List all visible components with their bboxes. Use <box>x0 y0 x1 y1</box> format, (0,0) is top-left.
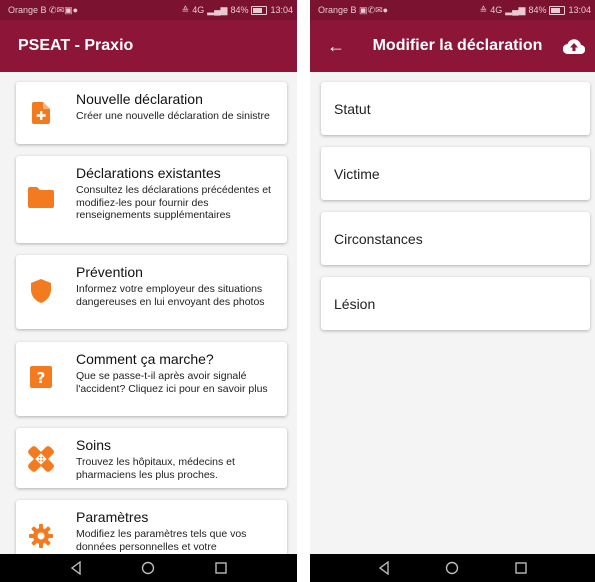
menu-list[interactable]: Nouvelle déclaration Créer une nouvelle … <box>0 72 297 554</box>
menu-card-soins[interactable]: Soins Trouvez les hôpitaux, médecins et … <box>16 428 287 488</box>
triangle-back-icon <box>378 561 389 575</box>
status-right: ≙ 4G ▂▄▆ 84% 13:04 <box>480 5 591 16</box>
notification-icons: ✆✉▣● <box>49 4 79 15</box>
battery-percent: 84% <box>528 5 547 15</box>
status-bar: Orange B ✆✉▣● ≙ 4G ▂▄▆ 84% 13:04 <box>0 0 297 20</box>
declaration-sections: Statut Victime Circonstances Lésion <box>310 72 595 554</box>
battery-percent: 84% <box>230 5 249 15</box>
section-label: Victime <box>334 165 380 182</box>
menu-card-comment-ca-marche[interactable]: ? Comment ça marche? Que se passe-t-il a… <box>16 342 287 416</box>
menu-card-parametres[interactable]: Paramètres Modifiez les paramètres tels … <box>16 500 287 554</box>
section-label: Lésion <box>334 295 376 312</box>
card-description: Trouvez les hôpitaux, médecins et pharma… <box>76 456 235 481</box>
app-bar: ← Modifier la déclaration <box>310 20 595 72</box>
card-title: Prévention <box>76 264 143 280</box>
carrier-name: Orange B <box>8 4 47 15</box>
card-description: Créer une nouvelle déclaration de sinist… <box>76 110 270 122</box>
card-description: Que se passe-t-il après avoir signalé l'… <box>76 370 268 395</box>
card-description: Informez votre employeur des situations … <box>76 283 265 308</box>
folder-icon <box>28 187 54 208</box>
status-right: ≙ 4G ▂▄▆ 84% 13:04 <box>182 5 293 16</box>
vibrate-icon: ≙ <box>181 4 190 15</box>
cloud-upload-icon[interactable] <box>559 38 589 54</box>
signal-info: 4G <box>490 5 503 15</box>
card-title: Nouvelle déclaration <box>76 91 203 107</box>
file-plus-icon <box>32 102 50 124</box>
nav-back-button[interactable] <box>374 558 394 578</box>
navigation-bar <box>0 554 297 582</box>
gear-icon <box>29 524 53 548</box>
circle-home-icon <box>446 561 459 575</box>
edit-declaration-screen: Orange B ▣✆✉● ≙ 4G ▂▄▆ 84% 13:04 ← Modif… <box>310 0 595 582</box>
nav-back-button[interactable] <box>66 558 86 578</box>
battery-icon <box>251 5 268 15</box>
square-recents-icon <box>215 562 227 574</box>
signal-icon: ▂▄▆ <box>505 4 526 15</box>
status-bar: Orange B ▣✆✉● ≙ 4G ▂▄▆ 84% 13:04 <box>310 0 595 20</box>
card-title: Déclarations existantes <box>76 165 221 181</box>
nav-recents-button[interactable] <box>211 558 231 578</box>
nav-recents-button[interactable] <box>511 558 531 578</box>
home-screen: Orange B ✆✉▣● ≙ 4G ▂▄▆ 84% 13:04 PSEAT -… <box>0 0 297 582</box>
vibrate-icon: ≙ <box>479 4 488 15</box>
app-title: PSEAT - Praxio <box>18 37 134 54</box>
app-bar: PSEAT - Praxio <box>0 20 297 72</box>
section-label: Circonstances <box>334 230 423 247</box>
signal-info: 4G <box>192 5 205 15</box>
card-description: Consultez les déclarations précédentes e… <box>76 184 271 221</box>
help-icon: ? <box>30 366 52 388</box>
menu-card-prevention[interactable]: Prévention Informez votre employeur des … <box>16 255 287 329</box>
card-title: Paramètres <box>76 509 149 525</box>
menu-card-nouvelle-declaration[interactable]: Nouvelle déclaration Créer une nouvelle … <box>16 82 287 144</box>
section-victime[interactable]: Victime <box>321 147 590 200</box>
status-left: Orange B ▣✆✉● <box>318 5 388 16</box>
section-label: Statut <box>334 100 371 117</box>
circle-home-icon <box>142 561 155 575</box>
section-circonstances[interactable]: Circonstances <box>321 212 590 265</box>
svg-text:?: ? <box>37 369 46 387</box>
triangle-back-icon <box>70 561 81 575</box>
screen-title: Modifier la déclaration <box>372 37 543 54</box>
section-statut[interactable]: Statut <box>321 82 590 135</box>
clock: 13:04 <box>270 5 293 15</box>
nav-home-button[interactable] <box>138 558 158 578</box>
battery-icon <box>549 5 566 15</box>
bandage-icon <box>28 446 54 472</box>
carrier-name: Orange B <box>318 4 357 15</box>
signal-icon: ▂▄▆ <box>207 4 228 15</box>
notification-icons: ▣✆✉● <box>359 4 389 15</box>
shield-icon <box>31 279 51 303</box>
card-title: Comment ça marche? <box>76 351 214 367</box>
card-description: Modifiez les paramètres tels que vos don… <box>76 528 247 553</box>
clock: 13:04 <box>568 5 591 15</box>
menu-card-declarations-existantes[interactable]: Déclarations existantes Consultez les dé… <box>16 156 287 243</box>
status-left: Orange B ✆✉▣● <box>8 5 78 16</box>
back-arrow-icon[interactable]: ← <box>316 36 356 57</box>
section-lesion[interactable]: Lésion <box>321 277 590 330</box>
navigation-bar <box>310 554 595 582</box>
card-title: Soins <box>76 437 112 453</box>
square-recents-icon <box>515 562 527 574</box>
nav-home-button[interactable] <box>442 558 462 578</box>
